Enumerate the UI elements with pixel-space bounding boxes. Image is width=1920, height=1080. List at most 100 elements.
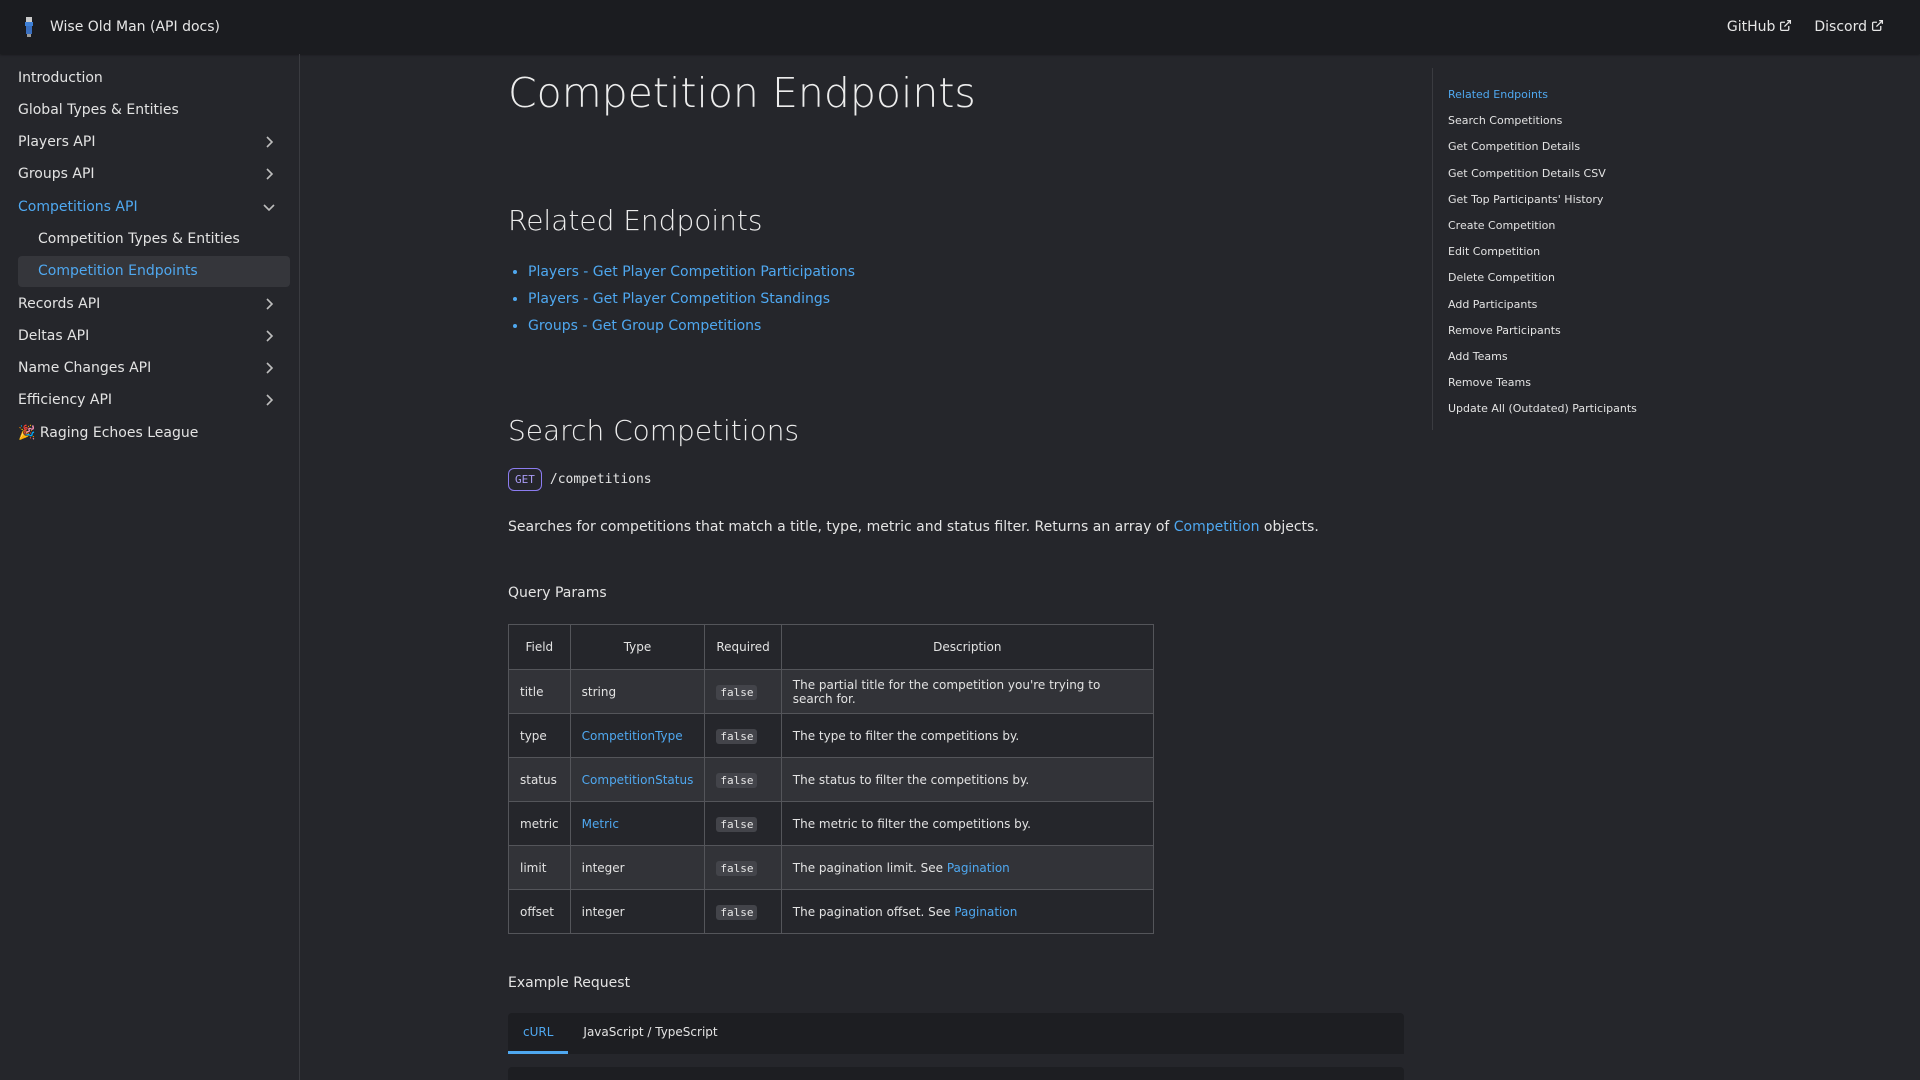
description-cell: The type to filter the competitions by.: [780, 713, 1154, 758]
sidebar-item-label: Deltas API: [18, 327, 90, 344]
table-row: offset integer false The pagination offs…: [508, 889, 1154, 934]
discord-link[interactable]: Discord: [1814, 19, 1884, 35]
toc-item[interactable]: Create Competition: [1448, 213, 1692, 239]
toc-item[interactable]: Get Competition Details: [1448, 134, 1692, 160]
pagination-link[interactable]: Pagination: [947, 861, 1010, 875]
type-cell: CompetitionStatus: [569, 757, 706, 802]
brand-link[interactable]: Wise Old Man (API docs): [20, 15, 220, 39]
sidebar-item-competitions-api[interactable]: Competitions API: [9, 191, 290, 222]
field-cell: limit: [508, 845, 571, 890]
chevron-right-icon[interactable]: [261, 134, 277, 150]
toc-item[interactable]: Search Competitions: [1448, 108, 1692, 134]
toc-item[interactable]: Add Participants: [1448, 292, 1692, 318]
required-value: false: [716, 860, 758, 876]
required-value: false: [716, 904, 758, 920]
column-header: Type: [569, 624, 706, 670]
site-title: Wise Old Man (API docs): [50, 19, 220, 35]
chevron-right-icon[interactable]: [261, 296, 277, 312]
github-link-label: GitHub: [1726, 19, 1776, 35]
field-cell: status: [508, 757, 571, 802]
field-cell: title: [508, 669, 571, 714]
navbar-links: GitHub Discord: [1705, 19, 1884, 35]
sidebar-item-deltas-api[interactable]: Deltas API: [9, 320, 290, 351]
type-cell: integer: [569, 845, 706, 890]
type-link[interactable]: Metric: [582, 817, 619, 831]
chevron-down-icon[interactable]: [261, 199, 277, 215]
column-header: Field: [508, 624, 571, 670]
related-link[interactable]: Players - Get Player Competition Partici…: [528, 264, 855, 280]
related-link[interactable]: Groups - Get Group Competitions: [528, 318, 761, 334]
required-value: false: [716, 772, 758, 788]
toc-item[interactable]: Related Endpoints: [1448, 82, 1692, 108]
required-cell: false: [704, 801, 782, 846]
type-cell: Metric: [569, 801, 706, 846]
sidebar-item-label: Efficiency API: [18, 392, 113, 409]
sidebar-item-competition-types[interactable]: Competition Types & Entities: [18, 223, 290, 254]
wise-old-man-logo-icon: [25, 17, 33, 37]
sidebar-item-introduction[interactable]: Introduction: [9, 62, 290, 93]
code-block: [508, 1067, 1404, 1080]
list-item: Players - Get Player Competition Partici…: [528, 259, 855, 286]
description-cell: The partial title for the competition yo…: [780, 669, 1154, 714]
table-row: status CompetitionStatus false The statu…: [508, 757, 1154, 802]
table-row: limit integer false The pagination limit…: [508, 845, 1154, 890]
table-header-row: Field Type Required Description: [508, 624, 1154, 670]
sidebar-item-records-api[interactable]: Records API: [9, 288, 290, 319]
table-row: title string false The partial title for…: [508, 669, 1154, 714]
search-competitions-heading: Search Competitions: [508, 414, 800, 447]
github-link[interactable]: GitHub: [1727, 19, 1793, 35]
query-params-table: Field Type Required Description title st…: [508, 624, 1154, 934]
description-text: Searches for competitions that match a t…: [508, 519, 1174, 535]
toc-item[interactable]: Get Top Participants' History: [1448, 187, 1692, 213]
chevron-right-icon[interactable]: [261, 360, 277, 376]
table-row: metric Metric false The metric to filter…: [508, 801, 1154, 846]
sidebar-item-raging-echoes-league[interactable]: 🎉 Raging Echoes League: [9, 417, 290, 448]
type-cell: string: [569, 669, 706, 714]
sidebar-item-label: Competition Types & Entities: [38, 230, 240, 247]
table-of-contents: Related Endpoints Search Competitions Ge…: [1432, 68, 1692, 430]
description-cell: The metric to filter the competitions by…: [780, 801, 1154, 846]
sidebar-item-label: Competition Endpoints: [38, 263, 198, 280]
sidebar-item-label: Name Changes API: [18, 360, 152, 377]
toc-item[interactable]: Remove Teams: [1448, 370, 1692, 396]
sidebar-item-label: Global Types & Entities: [18, 101, 179, 118]
related-endpoints-heading: Related Endpoints: [508, 204, 763, 237]
required-cell: false: [704, 757, 782, 802]
sidebar-item-label: Groups API: [18, 166, 95, 183]
sidebar: Introduction Global Types & Entities Pla…: [0, 54, 300, 1080]
chevron-right-icon[interactable]: [261, 392, 277, 408]
required-cell: false: [704, 889, 782, 934]
toc-item[interactable]: Get Competition Details CSV: [1448, 161, 1692, 187]
toc-item[interactable]: Edit Competition: [1448, 239, 1692, 265]
competition-type-link[interactable]: Competition: [1174, 519, 1260, 535]
sidebar-item-global-types[interactable]: Global Types & Entities: [9, 94, 290, 125]
toc-item[interactable]: Update All (Outdated) Participants: [1448, 396, 1692, 422]
required-value: false: [716, 684, 758, 700]
sidebar-item-label: Introduction: [18, 69, 103, 86]
type-link[interactable]: CompetitionStatus: [582, 773, 694, 787]
sidebar-item-efficiency-api[interactable]: Efficiency API: [9, 385, 290, 416]
type-link[interactable]: CompetitionType: [582, 729, 683, 743]
toc-item[interactable]: Delete Competition: [1448, 265, 1692, 291]
chevron-right-icon[interactable]: [261, 166, 277, 182]
top-navbar: Wise Old Man (API docs) GitHub Discord: [0, 0, 1920, 54]
sidebar-item-players-api[interactable]: Players API: [9, 127, 290, 158]
example-tabs: cURL JavaScript / TypeScript: [508, 1013, 1404, 1054]
sidebar-item-name-changes-api[interactable]: Name Changes API: [9, 353, 290, 384]
description-text-end: objects.: [1259, 519, 1319, 535]
tab-javascript[interactable]: JavaScript / TypeScript: [568, 1013, 732, 1054]
endpoint-path: /competitions: [549, 472, 652, 487]
related-link[interactable]: Players - Get Player Competition Standin…: [528, 291, 830, 307]
pagination-link[interactable]: Pagination: [954, 905, 1017, 919]
sidebar-item-competition-endpoints[interactable]: Competition Endpoints: [18, 255, 290, 287]
toc-item[interactable]: Add Teams: [1448, 344, 1692, 370]
tab-curl[interactable]: cURL: [508, 1013, 569, 1054]
chevron-right-icon[interactable]: [261, 328, 277, 344]
toc-item[interactable]: Remove Participants: [1448, 318, 1692, 344]
field-cell: metric: [508, 801, 571, 846]
endpoint-row: GET /competitions: [508, 468, 652, 491]
endpoint-description: Searches for competitions that match a t…: [508, 519, 1319, 535]
sidebar-item-label: 🎉 Raging Echoes League: [18, 424, 199, 441]
sidebar-item-groups-api[interactable]: Groups API: [9, 159, 290, 190]
required-cell: false: [704, 669, 782, 714]
